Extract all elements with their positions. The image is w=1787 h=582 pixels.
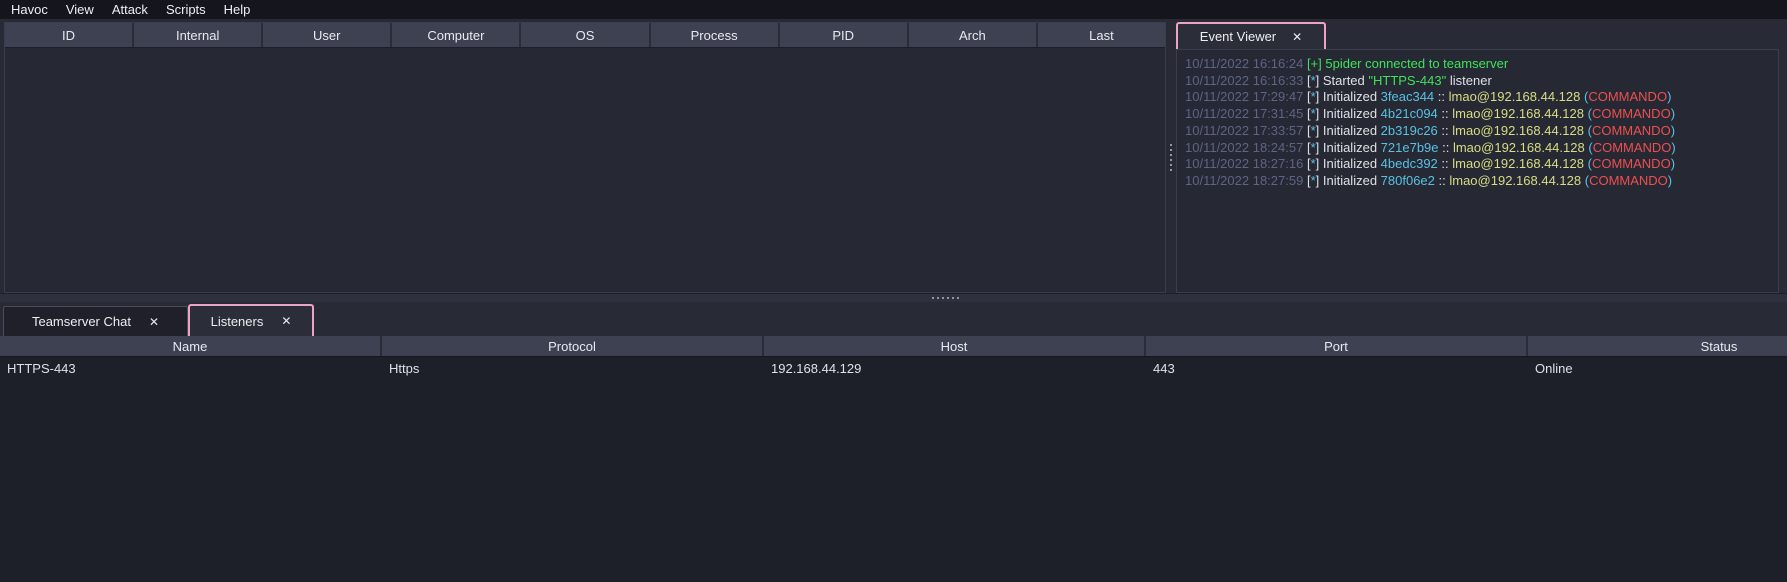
horizontal-splitter-handle[interactable] [0,293,1787,302]
tab-event-viewer[interactable]: Event Viewer ✕ [1176,22,1326,49]
splitter-dots-icon [1170,144,1172,171]
sessions-panel: ID Internal User Computer OS Process PID… [4,22,1166,293]
event-log-line: 10/11/2022 16:16:33 [*] Started "HTTPS-4… [1185,73,1778,90]
event-log-line: 10/11/2022 17:31:45 [*] Initialized 4b21… [1185,106,1778,123]
close-icon[interactable]: ✕ [149,315,159,329]
menu-item-scripts[interactable]: Scripts [157,0,215,19]
listeners-column-name[interactable]: Name [0,336,382,356]
sessions-column-internal[interactable]: Internal [134,23,263,47]
listeners-panel: Name Protocol Host Port Status HTTPS-443… [0,336,1787,582]
havoc-window: Havoc View Attack Scripts Help ID Intern… [0,0,1787,582]
listener-cell-status: Online [1528,357,1787,379]
listeners-column-port[interactable]: Port [1146,336,1528,356]
close-icon[interactable]: ✕ [281,314,291,328]
close-icon[interactable]: ✕ [1292,30,1302,44]
listener-cell-name: HTTPS-443 [0,357,382,379]
listeners-table-body: HTTPS-443Https192.168.44.129443Online [0,357,1787,379]
sessions-table-body [5,48,1165,292]
sessions-column-last[interactable]: Last [1038,23,1165,47]
menu-item-attack[interactable]: Attack [103,0,157,19]
tab-teamserver-chat[interactable]: Teamserver Chat ✕ [3,306,188,336]
listener-cell-port: 443 [1146,357,1528,379]
event-log-line: 10/11/2022 17:33:57 [*] Initialized 2b31… [1185,123,1778,140]
listeners-column-protocol[interactable]: Protocol [382,336,764,356]
menu-item-view[interactable]: View [57,0,103,19]
listener-cell-host: 192.168.44.129 [764,357,1146,379]
sessions-column-pid[interactable]: PID [780,23,909,47]
listeners-column-host[interactable]: Host [764,336,1146,356]
sessions-column-arch[interactable]: Arch [909,23,1038,47]
menu-item-havoc[interactable]: Havoc [2,0,57,19]
sessions-column-process[interactable]: Process [651,23,780,47]
event-log: 10/11/2022 16:16:24 [+] 5pider connected… [1176,49,1779,293]
bottom-tab-bar: Teamserver Chat ✕ Listeners ✕ [0,302,1787,336]
listener-row[interactable]: HTTPS-443Https192.168.44.129443Online [0,357,1787,379]
sessions-column-computer[interactable]: Computer [392,23,521,47]
menu-bar: Havoc View Attack Scripts Help [0,0,1787,19]
listeners-column-status[interactable]: Status [1528,336,1787,356]
sessions-column-user[interactable]: User [263,23,392,47]
sessions-table-header: ID Internal User Computer OS Process PID… [5,23,1165,48]
splitter-dots-icon [932,297,959,299]
listeners-table-header: Name Protocol Host Port Status [0,336,1787,357]
event-log-line: 10/11/2022 17:29:47 [*] Initialized 3fea… [1185,89,1778,106]
tab-listeners-label: Listeners [211,314,264,329]
event-log-line: 10/11/2022 18:27:16 [*] Initialized 4bed… [1185,156,1778,173]
listener-cell-protocol: Https [382,357,764,379]
event-log-line: 10/11/2022 18:27:59 [*] Initialized 780f… [1185,173,1778,190]
sessions-column-id[interactable]: ID [5,23,134,47]
sessions-column-os[interactable]: OS [521,23,650,47]
tab-event-viewer-label: Event Viewer [1200,29,1276,44]
event-log-line: 10/11/2022 18:24:57 [*] Initialized 721e… [1185,140,1778,157]
event-log-line: 10/11/2022 16:16:24 [+] 5pider connected… [1185,56,1778,73]
menu-item-help[interactable]: Help [215,0,260,19]
tab-listeners[interactable]: Listeners ✕ [188,304,314,336]
event-viewer-tab-bar: Event Viewer ✕ [1176,22,1779,49]
tab-teamserver-chat-label: Teamserver Chat [32,314,131,329]
vertical-splitter-handle[interactable] [1166,22,1176,293]
event-viewer-panel: Event Viewer ✕ 10/11/2022 16:16:24 [+] 5… [1176,22,1779,293]
